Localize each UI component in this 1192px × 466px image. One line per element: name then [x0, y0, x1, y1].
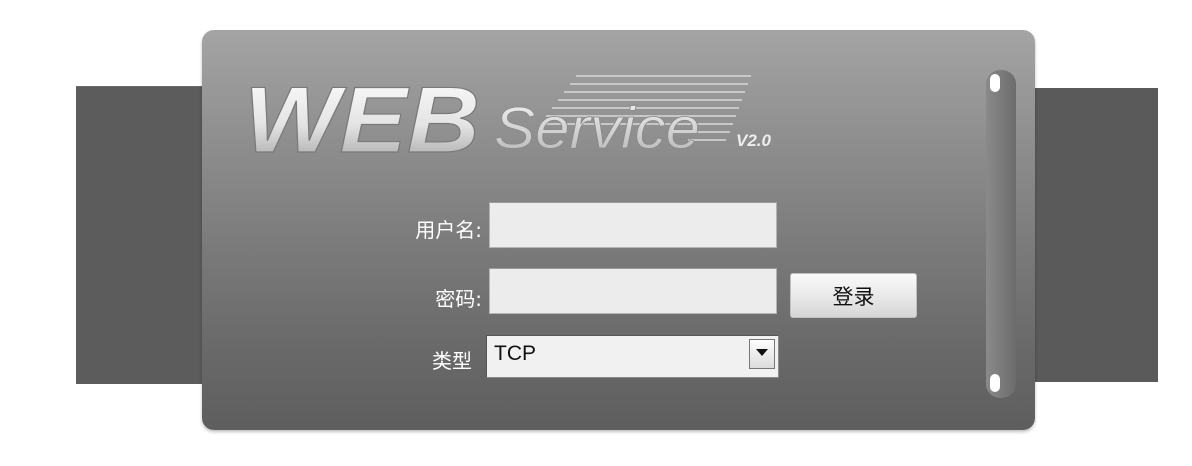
strap-hole-bottom: [990, 374, 1000, 392]
password-field[interactable]: [489, 268, 777, 314]
type-label: 类型: [432, 349, 472, 373]
type-select-dropdown-button[interactable]: [749, 339, 775, 369]
login-button[interactable]: 登录: [790, 273, 917, 318]
strap-hole-top: [990, 74, 1000, 92]
username-label: 用户名:: [415, 218, 482, 242]
chevron-down-icon: [756, 349, 768, 356]
login-screen: WEB Service V2.0 用户名: 密码: 登录 类型 TCP: [0, 0, 1192, 466]
logo-word-web: WEB: [244, 67, 480, 172]
panel-strap: [986, 70, 1016, 398]
logo-word-service: Service: [494, 96, 700, 161]
web-service-logo: WEB Service V2.0: [243, 66, 806, 172]
type-select[interactable]: TCP: [486, 335, 779, 378]
password-label: 密码:: [435, 287, 482, 311]
background-band-left: [76, 86, 216, 384]
username-field[interactable]: [489, 202, 777, 248]
type-select-value: TCP: [494, 342, 536, 365]
logo-version: V2.0: [736, 131, 772, 150]
